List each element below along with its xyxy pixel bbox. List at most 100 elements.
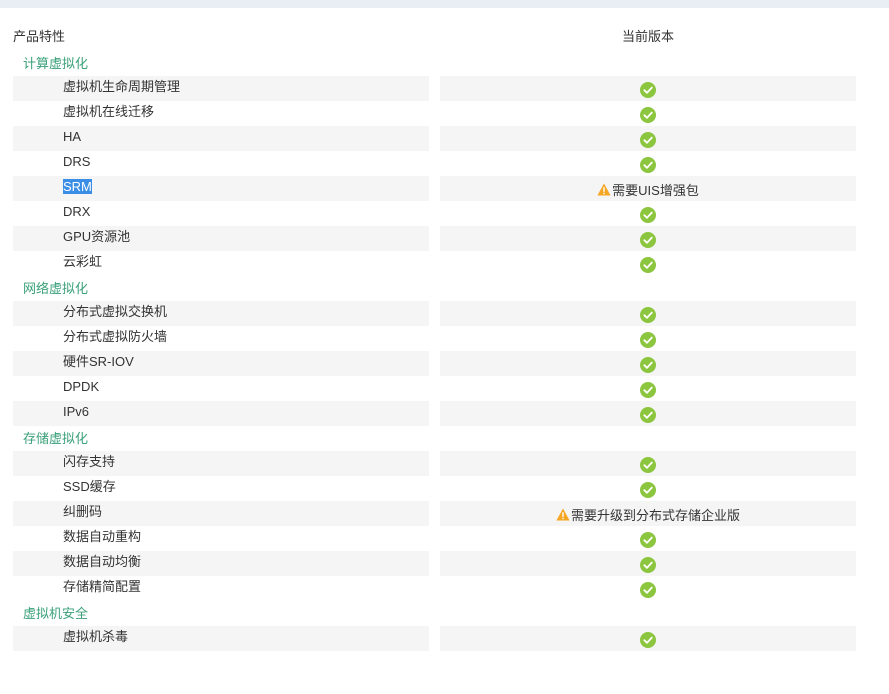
header-version: 当前版本 [621, 29, 674, 44]
header-feature: 产品特性 [13, 29, 66, 44]
warning-text: 需要UIS增强包 [612, 183, 699, 198]
section-title: 网络虚拟化 [23, 281, 89, 296]
table-row: IPv6 [0, 401, 889, 426]
feature-cell: 硬件SR-IOV [13, 351, 429, 376]
version-cell [440, 551, 856, 576]
feature-cell: 存储精简配置 [13, 576, 429, 601]
feature-label: HA [63, 129, 82, 144]
check-icon [640, 331, 656, 348]
table-row: 数据自动均衡 [0, 551, 889, 576]
top-bar [0, 0, 889, 8]
feature-cell: SSD缓存 [13, 476, 429, 501]
version-cell [440, 351, 856, 376]
version-cell [440, 576, 856, 601]
check-icon [640, 81, 656, 98]
feature-label: 虚拟机杀毒 [63, 629, 129, 644]
section-title: 计算虚拟化 [23, 56, 89, 71]
feature-label: GPU资源池 [63, 229, 131, 244]
table-body: 计算虚拟化虚拟机生命周期管理虚拟机在线迁移 HA DRS SRM 需要UIS增强包 DRX… [0, 51, 889, 651]
version-cell [440, 226, 856, 251]
table-row: 分布式虚拟防火墙 [0, 326, 889, 351]
warning-note: 需要UIS增强包 [597, 180, 699, 199]
check-icon [640, 306, 656, 323]
feature-label: 硬件SR-IOV [63, 354, 134, 369]
feature-label: IPv6 [63, 404, 90, 419]
version-cell [440, 301, 856, 326]
feature-cell: 分布式虚拟防火墙 [13, 326, 429, 351]
warning-text: 需要升级到分布式存储企业版 [570, 508, 740, 523]
check-icon [640, 381, 656, 398]
table-header: 产品特性 当前版本 [0, 8, 889, 51]
feature-cell: 数据自动均衡 [13, 551, 429, 576]
version-cell [440, 401, 856, 426]
feature-cell: 虚拟机生命周期管理 [13, 76, 429, 101]
feature-cell: 数据自动重构 [13, 526, 429, 551]
feature-label: 数据自动均衡 [63, 554, 142, 569]
feature-label: DPDK [63, 379, 100, 394]
feature-cell: 分布式虚拟交换机 [13, 301, 429, 326]
feature-cell: DRS [13, 151, 429, 176]
version-cell [440, 101, 856, 126]
table-row: 分布式虚拟交换机 [0, 301, 889, 326]
feature-cell: DRX [13, 201, 429, 226]
feature-label: 分布式虚拟交换机 [63, 304, 168, 319]
feature-label: 纠删码 [63, 504, 103, 519]
check-icon [640, 481, 656, 498]
feature-cell: 闪存支持 [13, 451, 429, 476]
check-icon [640, 531, 656, 548]
version-cell: 需要升级到分布式存储企业版 [440, 501, 856, 526]
check-icon [640, 231, 656, 248]
feature-label: 分布式虚拟防火墙 [63, 329, 168, 344]
table-row: 数据自动重构 [0, 526, 889, 551]
check-icon [640, 256, 656, 273]
check-icon [640, 106, 656, 123]
table-row: SSD缓存 [0, 476, 889, 501]
version-cell [440, 151, 856, 176]
version-cell [440, 376, 856, 401]
feature-label: SRM [63, 179, 92, 194]
version-cell [440, 526, 856, 551]
version-cell [440, 251, 856, 276]
version-cell [440, 451, 856, 476]
version-cell: 需要UIS增强包 [440, 176, 856, 201]
table-row: 云彩虹 [0, 251, 889, 276]
version-cell [440, 626, 856, 651]
table-row: 虚拟机杀毒 [0, 626, 889, 651]
feature-cell: 纠删码 [13, 501, 429, 526]
feature-label: 闪存支持 [63, 454, 116, 469]
version-cell [440, 126, 856, 151]
feature-label: 存储精简配置 [63, 579, 142, 594]
section-title: 虚拟机安全 [23, 606, 89, 621]
feature-table: 产品特性 当前版本 计算虚拟化虚拟机生命周期管理虚拟机在线迁移 HA DRS SRM 需… [0, 8, 889, 651]
feature-label: SSD缓存 [63, 479, 116, 494]
feature-cell: 虚拟机在线迁移 [13, 101, 429, 126]
feature-label: 虚拟机在线迁移 [63, 104, 155, 119]
feature-cell: HA [13, 126, 429, 151]
warning-note: 需要升级到分布式存储企业版 [556, 505, 740, 524]
version-cell [440, 476, 856, 501]
feature-label: DRX [63, 204, 91, 219]
table-row: 虚拟机在线迁移 [0, 101, 889, 126]
section-title: 存储虚拟化 [23, 431, 89, 446]
check-icon [640, 456, 656, 473]
warning-icon [597, 183, 611, 196]
table-row: DRS [0, 151, 889, 176]
table-row: DPDK [0, 376, 889, 401]
table-row: HA [0, 126, 889, 151]
version-cell [440, 201, 856, 226]
feature-label: 数据自动重构 [63, 529, 142, 544]
feature-cell: IPv6 [13, 401, 429, 426]
check-icon [640, 581, 656, 598]
feature-cell: 云彩虹 [13, 251, 429, 276]
feature-label: 云彩虹 [63, 254, 103, 269]
check-icon [640, 406, 656, 423]
feature-cell: GPU资源池 [13, 226, 429, 251]
check-icon [640, 556, 656, 573]
feature-label: DRS [63, 154, 91, 169]
check-icon [640, 206, 656, 223]
warning-icon [556, 508, 570, 521]
check-icon [640, 131, 656, 148]
table-row: 纠删码 需要升级到分布式存储企业版 [0, 501, 889, 526]
check-icon [640, 631, 656, 648]
version-cell [440, 326, 856, 351]
